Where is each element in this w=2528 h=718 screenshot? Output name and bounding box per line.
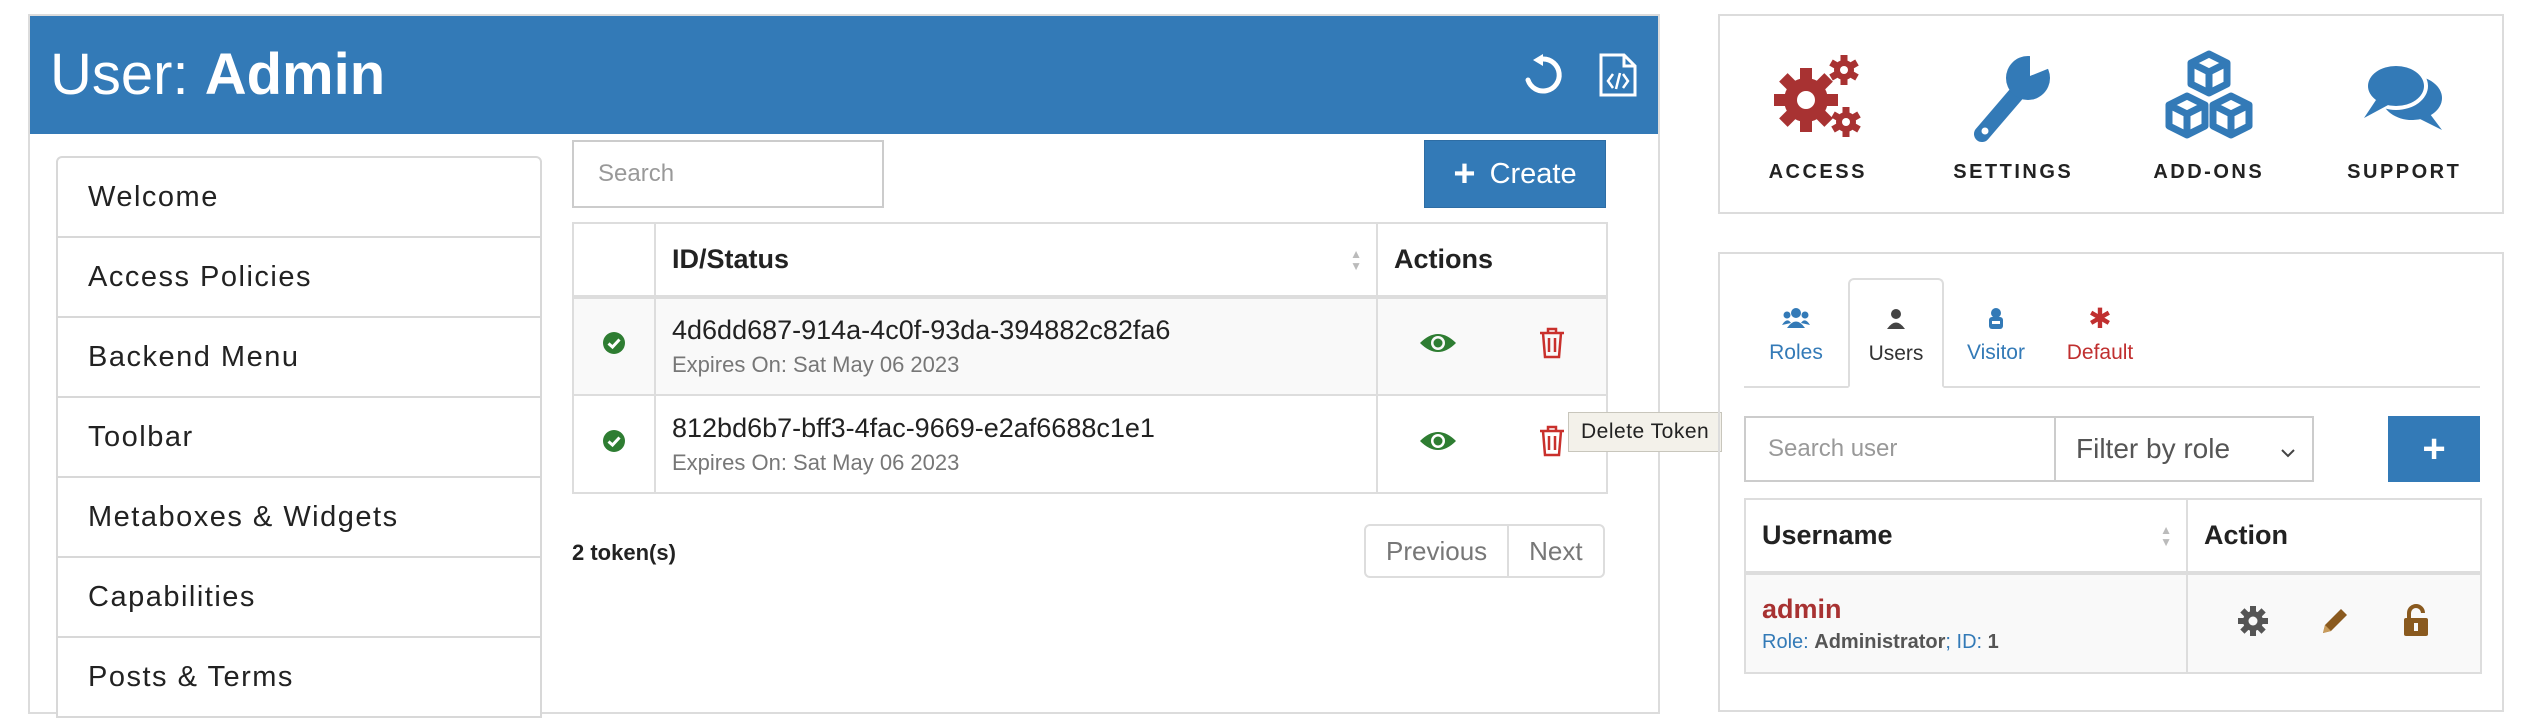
feature-label: SUPPORT xyxy=(2347,161,2462,183)
create-label: Create xyxy=(1489,157,1577,190)
title-user-name: Admin xyxy=(204,42,386,107)
plus-icon: + xyxy=(1453,153,1476,195)
token-table: ID/Status ▲ ▼ Actions 4d6dd687-914a-4c0f-… xyxy=(572,222,1608,494)
tab-default[interactable]: ✱ Default xyxy=(2048,278,2152,386)
pagination: Previous Next xyxy=(1364,524,1605,578)
check-circle-icon xyxy=(602,332,626,361)
panel-header: User: Admin xyxy=(30,16,1658,134)
role-tabs: Roles Users Visitor ✱ Default xyxy=(1744,278,2480,388)
unlock-icon[interactable] xyxy=(2401,604,2431,643)
actions-column-header: Actions xyxy=(1376,222,1608,299)
menu-item-capabilities[interactable]: Capabilities xyxy=(56,556,542,638)
add-user-button[interactable]: + xyxy=(2388,416,2480,482)
table-row: 4d6dd687-914a-4c0f-93da-394882c82fa6 Exp… xyxy=(572,296,1608,396)
filter-value: Filter by role xyxy=(2076,433,2231,464)
user-icon xyxy=(1886,304,1906,334)
create-token-button[interactable]: + Create xyxy=(1424,140,1606,208)
users-group-icon xyxy=(1782,303,1810,333)
access-feature-button[interactable]: ACCESS xyxy=(1733,46,1903,184)
delete-trash-icon[interactable] xyxy=(1538,327,1566,366)
tab-roles[interactable]: Roles xyxy=(1744,278,1848,386)
menu-item-welcome[interactable]: Welcome xyxy=(56,156,542,238)
id-status-column-header[interactable]: ID/Status ▲ ▼ xyxy=(654,222,1378,299)
previous-page-button[interactable]: Previous xyxy=(1364,524,1510,578)
menu-item-toolbar[interactable]: Toolbar xyxy=(56,396,542,478)
tab-users[interactable]: Users xyxy=(1848,278,1944,388)
search-user-input[interactable] xyxy=(1744,416,2056,482)
username-column-header[interactable]: Username ▲ ▼ xyxy=(1744,498,2188,575)
menu-item-backend-menu[interactable]: Backend Menu xyxy=(56,316,542,398)
tab-label: Roles xyxy=(1769,341,1823,364)
tab-label: Visitor xyxy=(1967,341,2025,364)
user-id: 1 xyxy=(1987,630,1999,653)
gear-icon[interactable] xyxy=(2237,605,2269,642)
menu-item-access-policies[interactable]: Access Policies xyxy=(56,236,542,318)
sort-icon: ▲ ▼ xyxy=(2160,523,2172,549)
menu-item-metaboxes-widgets[interactable]: Metaboxes & Widgets xyxy=(56,476,542,558)
chevron-down-icon xyxy=(2280,433,2296,465)
table-row: admin Role: Administrator; ID: 1 xyxy=(1744,572,2482,674)
tab-label: Default xyxy=(2066,341,2134,364)
user-table: Username ▲ ▼ Action admin Role: Administr… xyxy=(1744,498,2482,674)
token-expiration: Expires On: Sat May 06 2023 xyxy=(672,449,960,475)
token-expiration: Expires On: Sat May 06 2023 xyxy=(672,352,960,377)
token-id: 4d6dd687-914a-4c0f-93da-394882c82fa6 xyxy=(672,315,1171,345)
pencil-icon[interactable] xyxy=(2319,605,2351,642)
header-icons xyxy=(1522,52,1638,98)
users-panel: Roles Users Visitor ✱ Default Filter by … xyxy=(1718,252,2504,712)
view-eye-icon[interactable] xyxy=(1419,331,1457,362)
user-meta: Role: Administrator; ID: 1 xyxy=(1762,630,1999,653)
check-circle-icon xyxy=(602,429,626,459)
feature-label: ACCESS xyxy=(1768,161,1867,183)
export-json-icon[interactable] xyxy=(1598,52,1638,98)
cubes-icon xyxy=(2159,46,2259,151)
tab-label: Users xyxy=(1868,342,1924,365)
asterisk-icon: ✱ xyxy=(2088,302,2112,334)
view-eye-icon[interactable] xyxy=(1419,429,1457,460)
title-prefix: User: xyxy=(50,42,189,107)
delete-token-tooltip: Delete Token xyxy=(1568,412,1723,452)
token-id: 812bd6b7-bff3-4fac-9669-e2af6688c1e1 xyxy=(672,412,1155,443)
settings-feature-button[interactable]: SETTINGS xyxy=(1928,46,2098,184)
feature-panel: ACCESS SETTINGS ADD-ONS SUPPORT xyxy=(1718,14,2504,214)
feature-label: SETTINGS xyxy=(1953,161,2074,183)
wrench-icon xyxy=(1968,46,2058,151)
tab-visitor[interactable]: Visitor xyxy=(1944,278,2048,386)
token-count: 2 token(s) xyxy=(572,540,676,565)
user-role: Administrator xyxy=(1814,630,1946,653)
sort-icon: ▲ ▼ xyxy=(1350,247,1362,273)
table-row: 812bd6b7-bff3-4fac-9669-e2af6688c1e1 Exp… xyxy=(572,394,1608,494)
next-page-button[interactable]: Next xyxy=(1507,524,1605,578)
reset-icon[interactable] xyxy=(1522,54,1564,96)
add-ons-feature-button[interactable]: ADD-ONS xyxy=(2124,46,2294,184)
username-link[interactable]: admin xyxy=(1746,594,2186,625)
sidebar-menu: Welcome Access Policies Backend Menu Too… xyxy=(56,156,542,718)
support-feature-button[interactable]: SUPPORT xyxy=(2319,46,2489,184)
gears-icon xyxy=(1770,46,1866,151)
page-title: User: Admin xyxy=(50,46,385,104)
select-column-header xyxy=(572,222,656,299)
feature-label: ADD-ONS xyxy=(2153,161,2265,183)
menu-item-posts-terms[interactable]: Posts & Terms xyxy=(56,636,542,718)
chat-bubbles-icon xyxy=(2356,46,2452,151)
filter-by-role-select[interactable]: Filter by role xyxy=(2054,416,2314,482)
delete-trash-icon[interactable] xyxy=(1538,425,1566,464)
token-search-input[interactable] xyxy=(572,140,884,208)
visitor-icon xyxy=(1986,303,2006,333)
action-column-header: Action xyxy=(2186,498,2482,575)
